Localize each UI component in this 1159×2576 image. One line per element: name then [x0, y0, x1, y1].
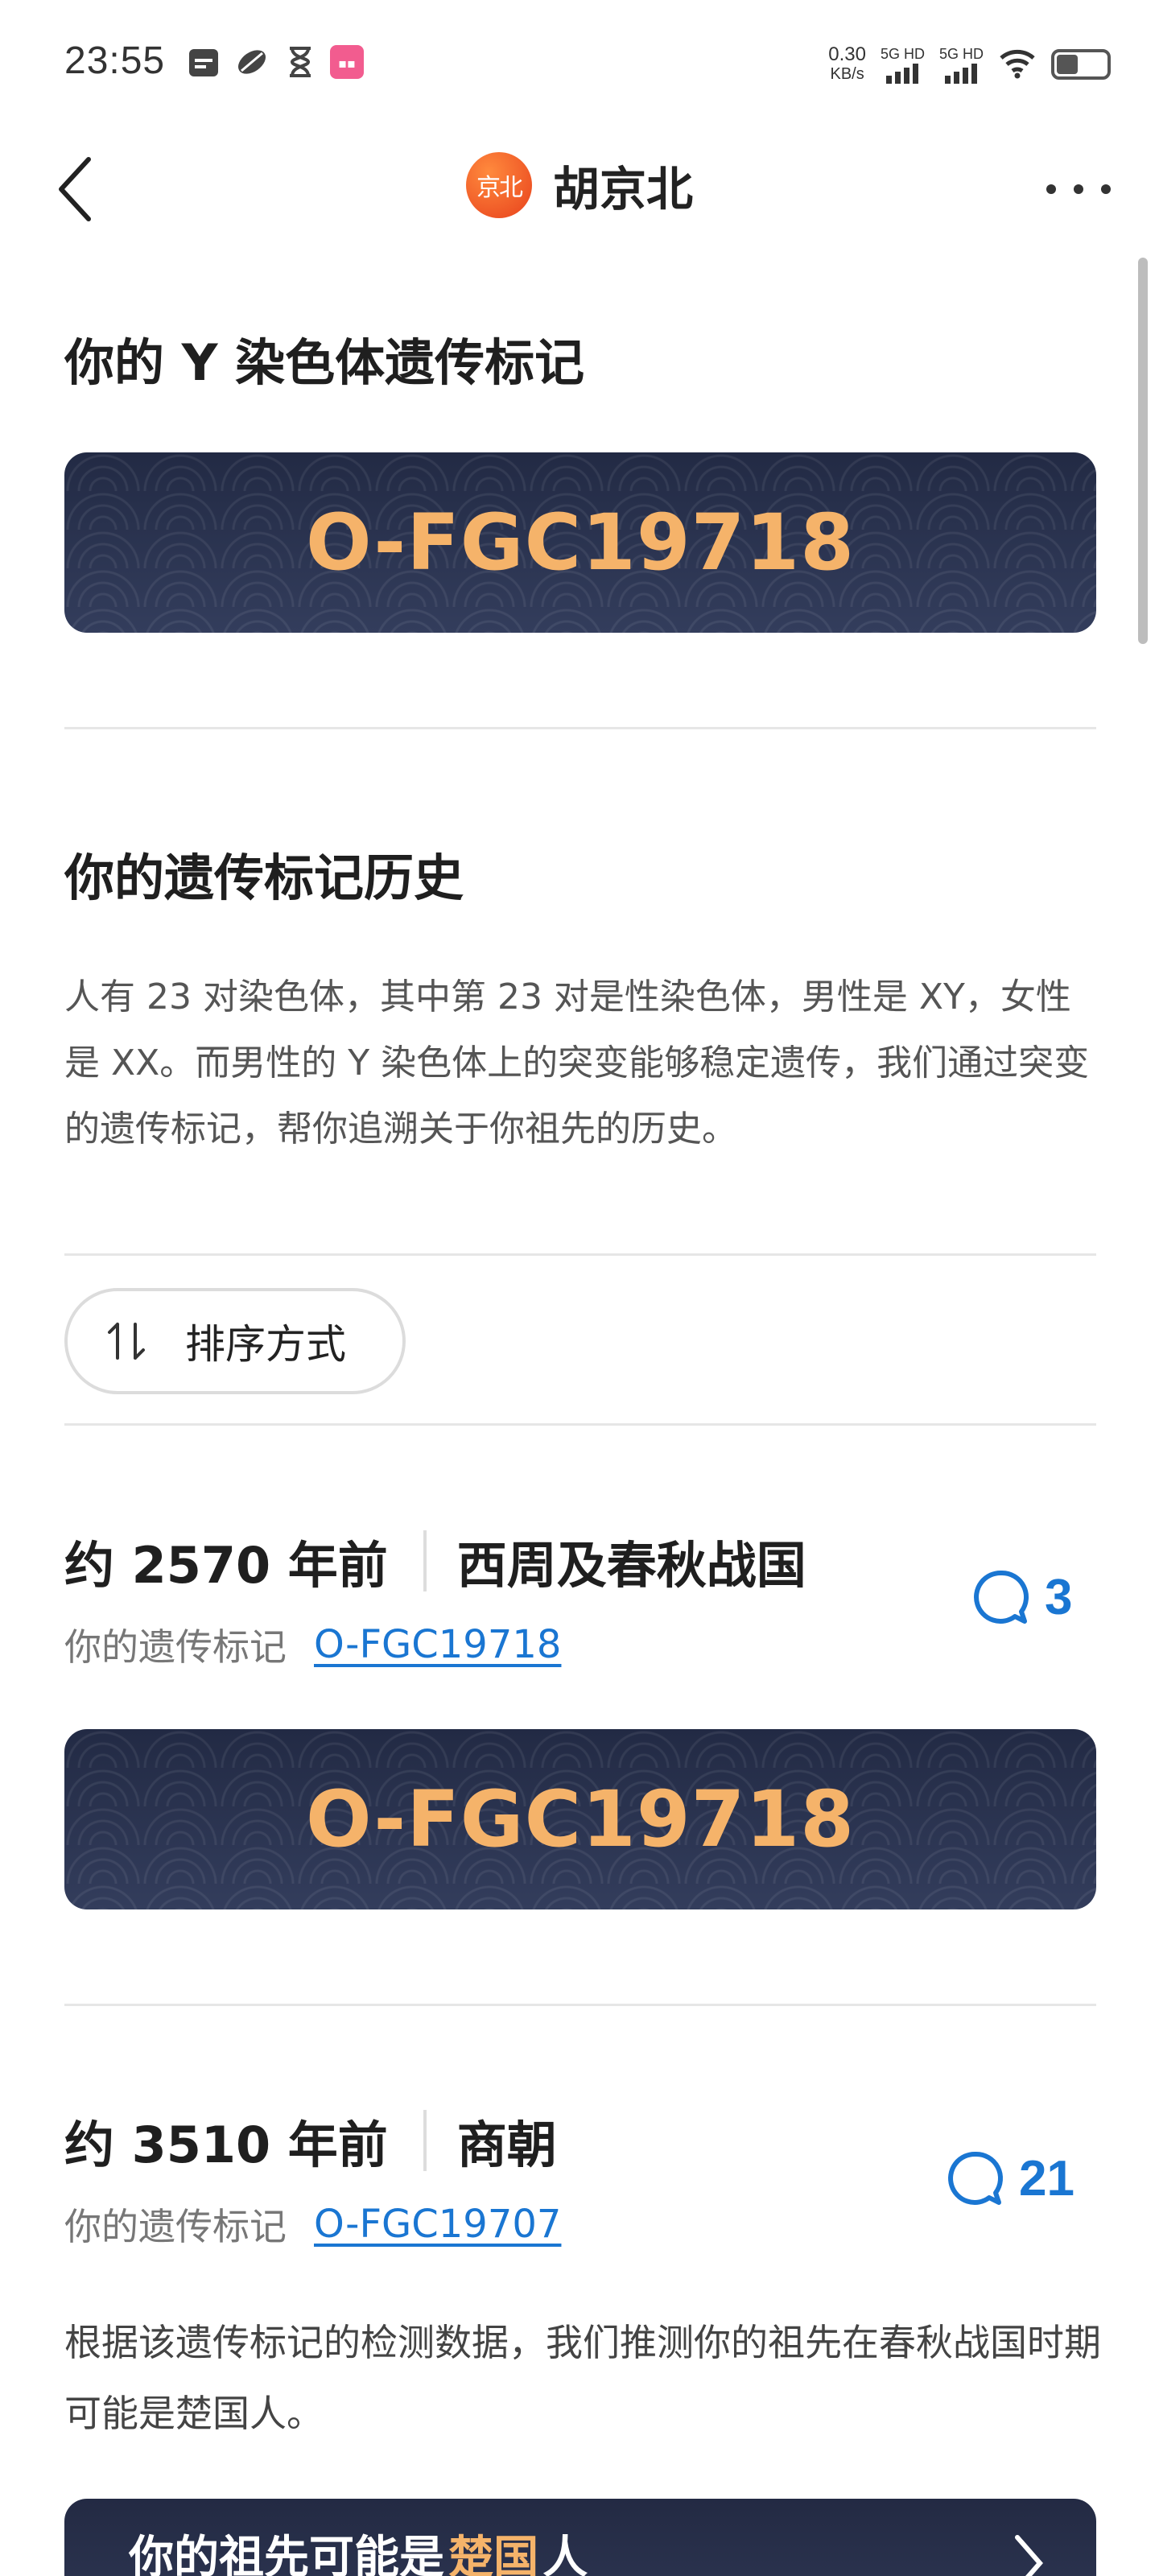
history-intro: 人有 23 对染色体，其中第 23 对是性染色体，男性是 XY，女性是 XX。而…: [64, 976, 1090, 1150]
ancestor-suffix: 人: [542, 2532, 588, 2576]
separator: [423, 1530, 427, 1591]
status-bar: 23:55 ▪▪ 0.30 KB/s 5G HD 5G HD: [0, 0, 1159, 121]
title-bar: 京北 胡京北: [0, 129, 1159, 250]
era-name: 商朝: [456, 2116, 557, 2174]
network-speed: 0.30 KB/s: [828, 45, 866, 84]
marker-label: 你的遗传标记: [64, 2205, 287, 2248]
era-years: 约 3510 年前: [64, 2116, 388, 2174]
y-marker-title: 你的 Y 染色体遗传标记: [64, 333, 585, 392]
comments-button[interactable]: 21: [947, 2149, 1074, 2207]
divider: [64, 2004, 1096, 2006]
comment-count: 21: [1019, 2150, 1074, 2207]
app-badge-icon: ▪▪: [330, 45, 364, 79]
leaf-icon: [235, 45, 269, 79]
history-title: 你的遗传标记历史: [64, 848, 464, 907]
comment-bubble-icon: [974, 1570, 1029, 1624]
marker-label: 你的遗传标记: [64, 1625, 287, 1669]
divider: [64, 727, 1096, 729]
battery-icon: [1051, 49, 1111, 80]
era-years: 约 2570 年前: [64, 1536, 388, 1595]
timeline-marker-line: 你的遗传标记 O-FGC19718: [64, 1618, 561, 1671]
timeline-marker-line: 你的遗传标记 O-FGC19707: [64, 2198, 561, 2251]
marker-link[interactable]: O-FGC19718: [314, 1622, 561, 1667]
sim2-signal: 5G HD: [939, 46, 984, 84]
marker-link[interactable]: O-FGC19707: [314, 2202, 561, 2247]
status-time: 23:55: [64, 39, 166, 82]
timeline-marker-card: O-FGC19718: [64, 1729, 1096, 1909]
sim1-label: 5G HD: [880, 45, 925, 62]
timeline-marker-value: O-FGC19718: [305, 1774, 856, 1864]
y-marker-card: O-FGC19718: [64, 452, 1096, 633]
network-speed-unit: KB/s: [830, 65, 864, 83]
signal-bars-icon: [886, 63, 919, 84]
profile-header: 京北 胡京北: [0, 151, 1159, 219]
network-speed-value: 0.30: [828, 43, 866, 65]
comment-bubble-icon: [948, 2151, 1003, 2205]
sort-icon: [108, 1323, 145, 1360]
timeline-item-header: 约 2570 年前 西周及春秋战国: [64, 1525, 806, 1597]
sim1-signal: 5G HD: [881, 46, 925, 84]
y-marker-value: O-FGC19718: [305, 497, 856, 588]
calendar-icon: [187, 45, 221, 79]
timeline-item-header: 约 3510 年前 商朝: [64, 2104, 557, 2177]
dot-icon: [1101, 184, 1111, 194]
profile-logo: 京北: [465, 152, 532, 218]
wifi-icon: [998, 47, 1037, 82]
sort-label: 排序方式: [185, 1321, 346, 1368]
era-name: 西周及春秋战国: [456, 1536, 806, 1595]
comments-button[interactable]: 3: [972, 1568, 1072, 1626]
more-options-button[interactable]: [1046, 177, 1111, 201]
sort-button[interactable]: 排序方式: [64, 1288, 406, 1394]
sim2-label: 5G HD: [938, 45, 984, 62]
dot-icon: [1074, 184, 1083, 194]
dot-icon: [1046, 184, 1056, 194]
ancestor-card[interactable]: 你的祖先可能是 楚国 人: [64, 2499, 1096, 2576]
comment-count: 3: [1045, 1569, 1073, 1625]
divider: [64, 1253, 1096, 1256]
page-title: 胡京北: [552, 162, 693, 217]
svg-text:▪▪: ▪▪: [338, 56, 356, 71]
ancestor-prefix: 你的祖先可能是: [129, 2532, 444, 2576]
divider: [64, 1423, 1096, 1426]
signal-bars-icon: [945, 63, 978, 84]
hourglass-icon: [283, 45, 317, 79]
ancestor-highlight: 楚国: [448, 2532, 539, 2576]
timeline-description: 根据该遗传标记的检测数据，我们推测你的祖先在春秋战国时期可能是楚国人。: [64, 2321, 1101, 2435]
chevron-right-icon: [1015, 2535, 1043, 2576]
separator: [423, 2110, 427, 2171]
scroll-indicator[interactable]: [1138, 258, 1148, 644]
